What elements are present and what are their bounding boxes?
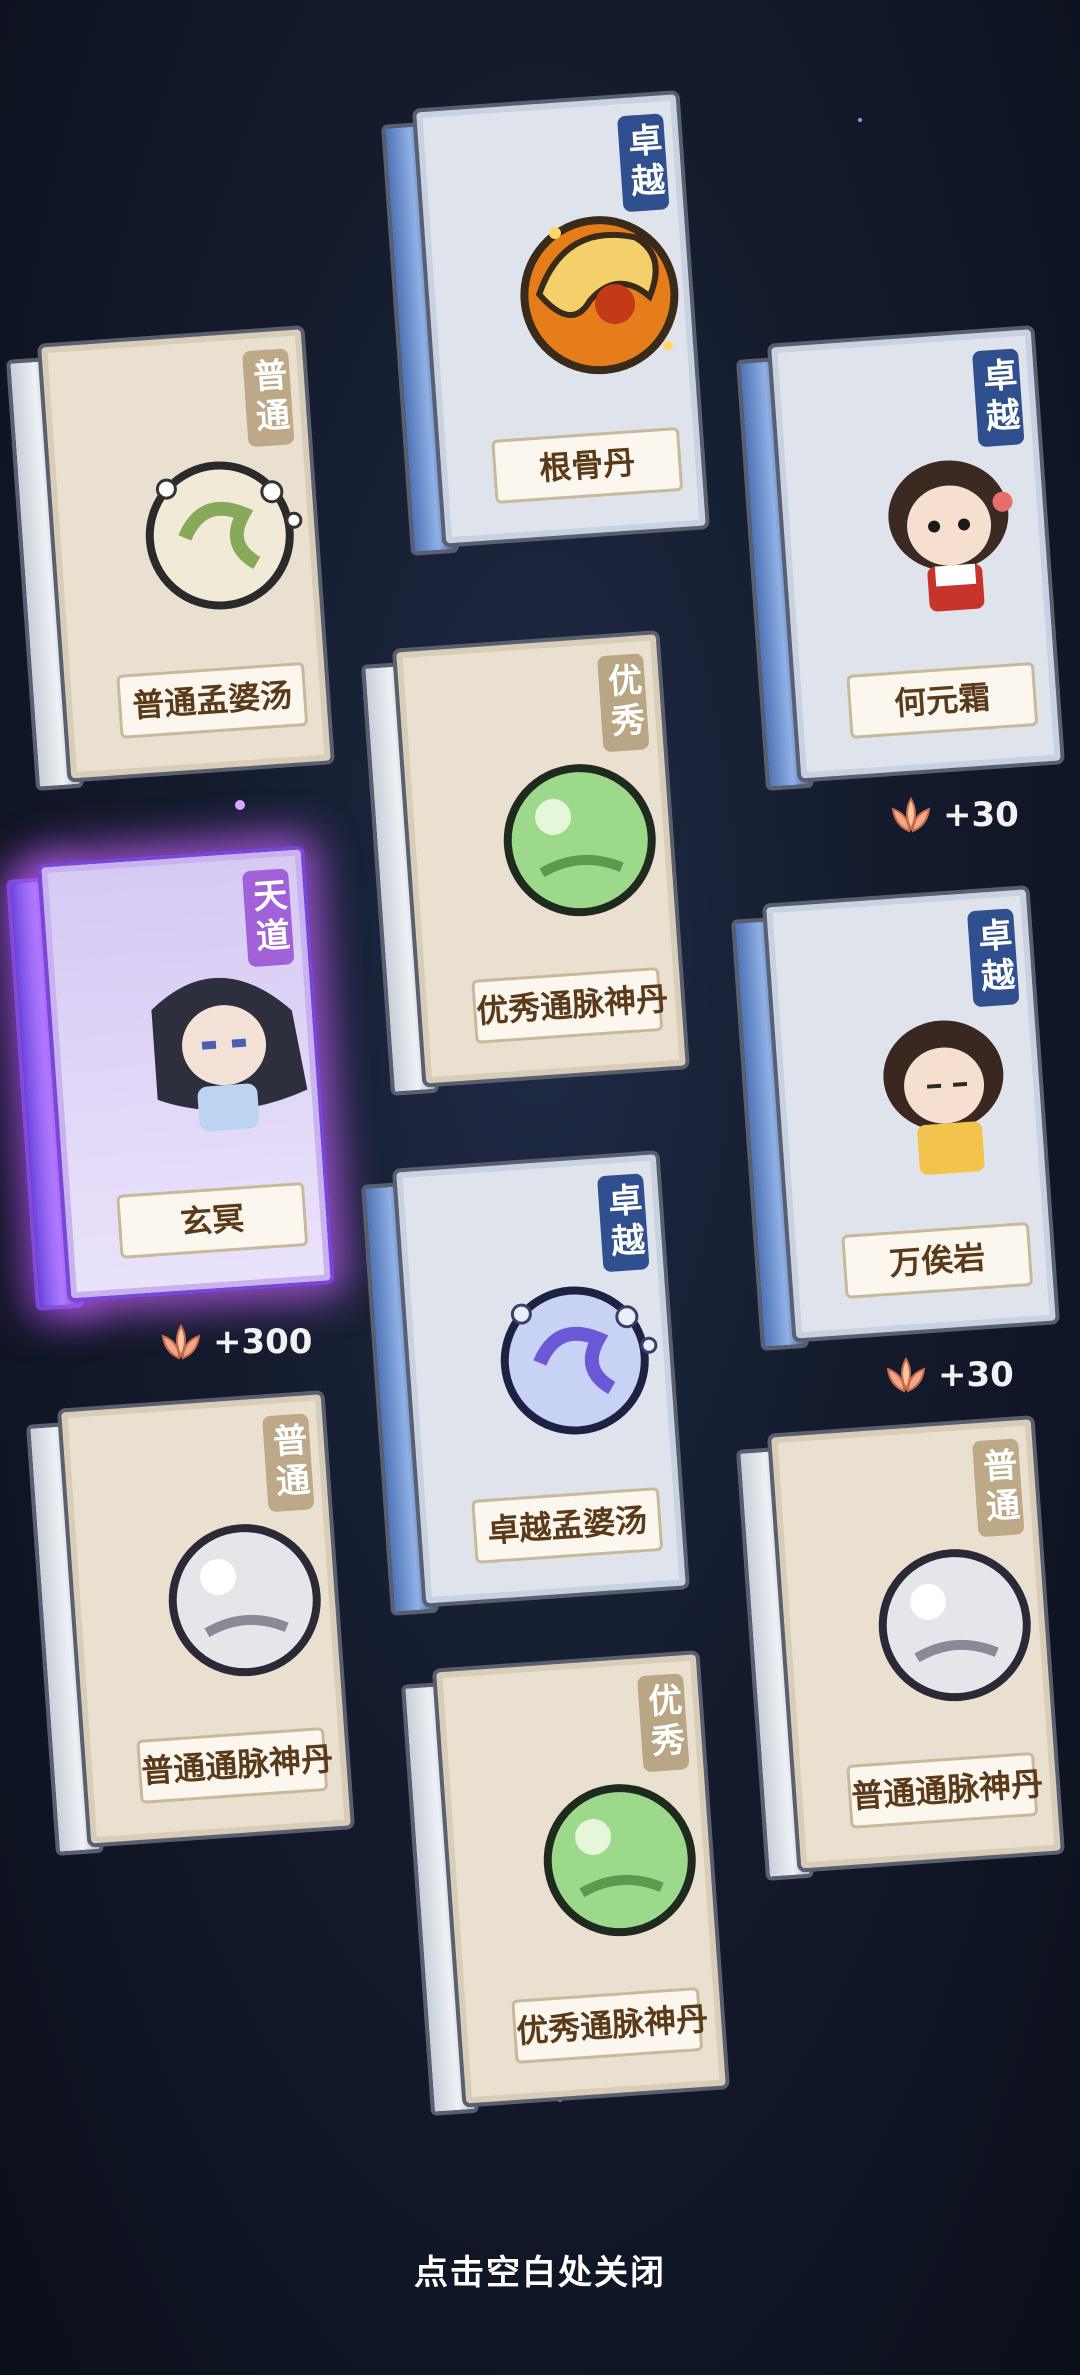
card-name: 普通通脉神丹	[846, 1751, 1044, 1829]
reward-card-excellent-tongmai-pill[interactable]: 优秀 优秀通脉神丹	[400, 1650, 730, 2116]
card-name: 根骨丹	[491, 426, 684, 504]
reward-card-excellent-tongmai-pill[interactable]: 优秀 优秀通脉神丹	[360, 630, 690, 1096]
bonus-reward: +30	[885, 795, 1019, 835]
reward-card-moqi-yan[interactable]: 卓越 万俟岩	[730, 885, 1060, 1351]
reward-card-common-tongmai-pill[interactable]: 普通 普通通脉神丹	[25, 1390, 355, 1856]
lotus-icon	[886, 1356, 926, 1393]
card-name: 卓越孟婆汤	[471, 1486, 664, 1564]
reward-card-he-yuanshuang[interactable]: 卓越 何元霜	[735, 325, 1065, 791]
card-paper: 卓越 根骨丹	[411, 90, 710, 548]
reward-card-superb-mengpo-soup[interactable]: 卓越 卓越孟婆汤	[360, 1150, 690, 1616]
girl-character-icon	[888, 460, 1013, 612]
reward-card-xuanming[interactable]: 天道 玄冥	[5, 845, 335, 1311]
card-name: 普通通脉神丹	[136, 1726, 334, 1804]
bonus-value: +30	[938, 1355, 1014, 1395]
soup-bubbles-icon	[145, 461, 303, 610]
bonus-reward: +300	[155, 1322, 312, 1362]
card-name: 优秀通脉神丹	[511, 1986, 709, 2064]
bonus-reward: +30	[880, 1355, 1014, 1395]
card-paper: 优秀 优秀通脉神丹	[391, 630, 690, 1088]
card-name: 优秀通脉神丹	[471, 966, 669, 1044]
golden-orb-icon	[520, 216, 679, 375]
swordsman-character-icon	[151, 977, 308, 1132]
lotus-icon	[161, 1323, 201, 1360]
reward-card-root-bone-pill[interactable]: 卓越 根骨丹	[380, 90, 710, 556]
silver-pill-icon	[878, 1549, 1031, 1702]
bonus-value: +30	[943, 795, 1019, 835]
reward-card-common-tongmai-pill[interactable]: 普通 普通通脉神丹	[735, 1415, 1065, 1881]
card-paper: 优秀 优秀通脉神丹	[431, 1650, 730, 2108]
card-name: 何元霜	[846, 661, 1039, 739]
soup-bubbles-blue-icon	[500, 1286, 658, 1435]
card-paper: 普通 普通通脉神丹	[56, 1390, 355, 1848]
card-paper: 天道 玄冥	[36, 845, 335, 1303]
card-paper: 卓越 何元霜	[766, 325, 1065, 783]
boy-character-icon	[883, 1020, 1004, 1175]
green-pill-icon	[543, 1784, 696, 1937]
card-paper: 普通 普通通脉神丹	[766, 1415, 1065, 1873]
card-name: 玄冥	[116, 1181, 309, 1259]
silver-pill-icon	[168, 1524, 321, 1677]
card-name: 普通孟婆汤	[116, 661, 309, 739]
card-paper: 卓越 万俟岩	[761, 885, 1060, 1343]
reward-card-common-mengpo-soup[interactable]: 普通 普通孟婆汤	[5, 325, 335, 791]
bonus-value: +300	[213, 1322, 313, 1362]
lotus-icon	[891, 796, 931, 833]
card-paper: 普通 普通孟婆汤	[36, 325, 335, 783]
card-name: 万俟岩	[841, 1221, 1034, 1299]
close-hint-text[interactable]: 点击空白处关闭	[0, 2245, 1080, 2294]
green-pill-icon	[503, 764, 656, 917]
card-paper: 卓越 卓越孟婆汤	[391, 1150, 690, 1608]
